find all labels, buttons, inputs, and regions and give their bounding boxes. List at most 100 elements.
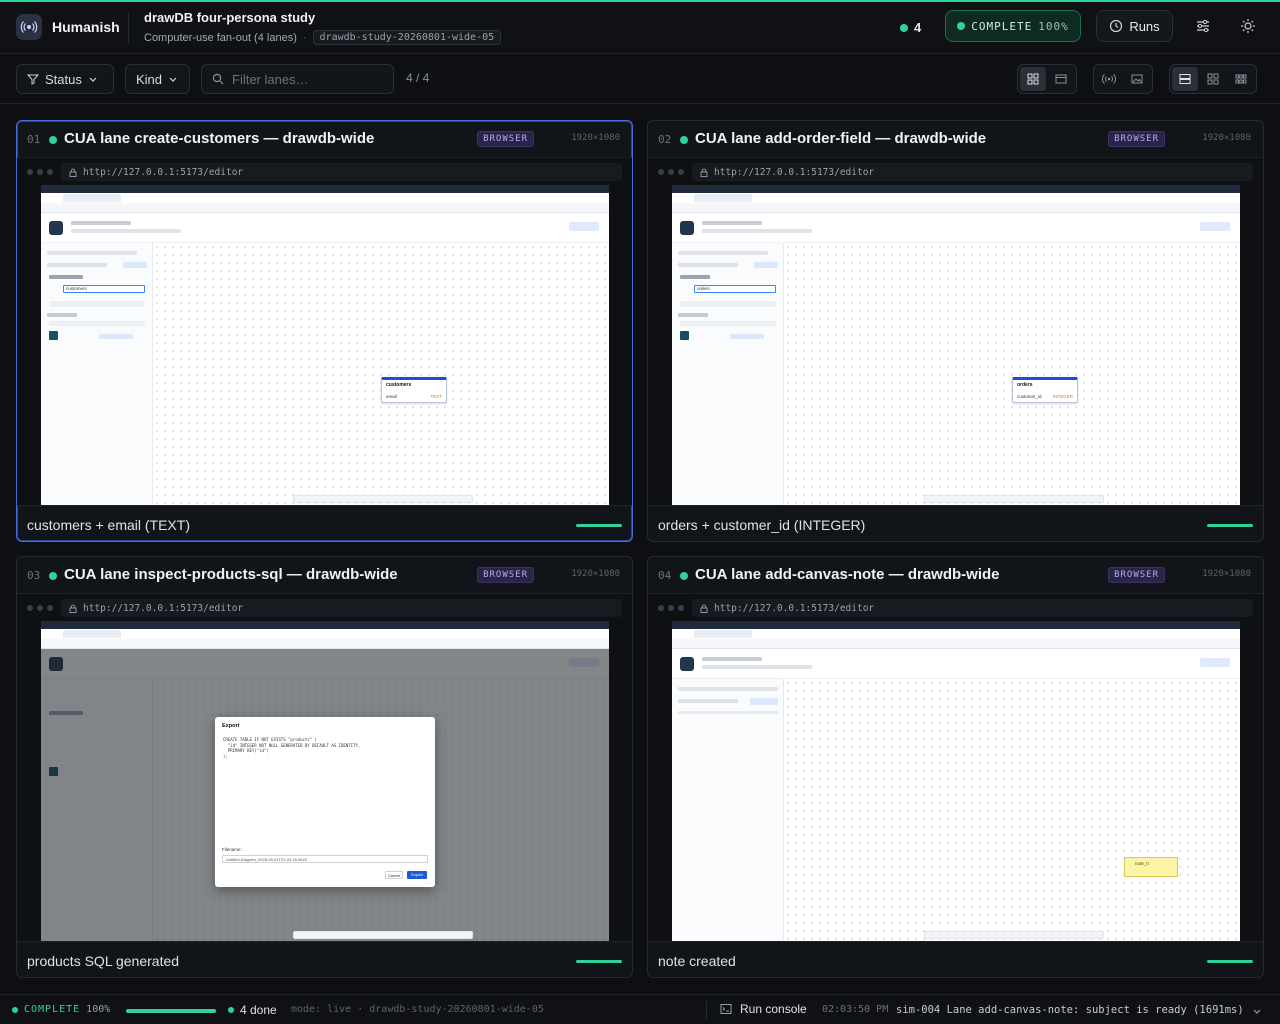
window-dots — [27, 169, 53, 175]
status-bar: COMPLETE 100% 4 done mode: live · drawdb… — [0, 994, 1280, 1024]
lane-status-dot — [49, 572, 57, 580]
diagram-field-name: email — [386, 394, 397, 399]
lane-status-dot — [680, 572, 688, 580]
view-mode-toggle — [1017, 64, 1077, 94]
clock-icon — [1110, 19, 1123, 33]
status-filter-dropdown[interactable]: Status — [16, 64, 114, 94]
kind-filter-label: Kind — [136, 71, 163, 87]
lane-card-02[interactable]: 02 CUA lane add-order-field — drawdb-wid… — [647, 120, 1264, 542]
run-console-toggle[interactable]: Run console — [720, 1002, 807, 1016]
lane-title: CUA lane add-order-field — drawdb-wide — [695, 130, 987, 147]
console-icon — [720, 1004, 732, 1014]
window-icon[interactable] — [1048, 67, 1074, 91]
lane-card-03[interactable]: 03 CUA lane inspect-products-sql — drawd… — [16, 556, 633, 978]
kind-filter-dropdown[interactable]: Kind — [125, 64, 190, 94]
lane-screenshot[interactable]: customers customers email TEXT — [17, 185, 632, 505]
drawdb-editor-thumbnail: Export CREATE TABLE IF NOT EXISTS "produ… — [41, 621, 609, 941]
signal-icon[interactable] — [1096, 67, 1122, 91]
sliders-icon[interactable] — [1193, 16, 1213, 36]
sun-icon[interactable] — [1238, 16, 1258, 36]
window-dots — [27, 605, 53, 611]
filter-toolbar: Status Kind 4 / 4 — [0, 54, 1280, 104]
lock-icon — [700, 168, 708, 177]
diagram-field-type: INTEGER — [1052, 394, 1073, 399]
grid-small-icon[interactable] — [1200, 67, 1226, 91]
lane-caption: customers + email (TEXT) — [27, 517, 190, 533]
lane-url-bar: http://127.0.0.1:5173/editor — [17, 593, 632, 621]
media-toggle — [1093, 64, 1153, 94]
status-dot — [12, 1006, 18, 1013]
lane-screenshot[interactable]: orders orders customer_id INTEGER — [648, 185, 1263, 505]
chevron-down-icon[interactable] — [1252, 1003, 1262, 1021]
url-field: http://127.0.0.1:5173/editor — [692, 163, 1253, 181]
header-divider — [128, 12, 129, 44]
lane-title: CUA lane inspect-products-sql — drawdb-w… — [64, 566, 398, 583]
lane-resolution: 1920×1080 — [1202, 569, 1251, 579]
drawdb-editor-thumbnail: orders orders customer_id INTEGER — [672, 185, 1240, 505]
lane-number: 02 — [658, 133, 672, 146]
lane-kind-badge: BROWSER — [1108, 131, 1165, 147]
url-text: http://127.0.0.1:5173/editor — [83, 166, 244, 178]
subtitle-separator: · — [302, 31, 307, 44]
lane-footer: orders + customer_id (INTEGER) — [648, 505, 1263, 541]
drawdb-editor-thumbnail: note_0 — [672, 621, 1240, 941]
drawdb-editor-thumbnail: customers customers email TEXT — [41, 185, 609, 505]
done-label: 4 done — [240, 1003, 277, 1017]
lock-icon — [700, 604, 708, 613]
density-toggle — [1169, 64, 1257, 94]
runs-button[interactable]: Runs — [1096, 10, 1173, 42]
lane-number: 04 — [658, 569, 672, 582]
chevron-down-icon — [169, 77, 177, 82]
lock-icon — [69, 604, 77, 613]
status-divider — [706, 1001, 707, 1019]
lane-screenshot[interactable]: note_0 — [648, 621, 1263, 941]
live-dot — [900, 23, 908, 32]
lane-title: CUA lane add-canvas-note — drawdb-wide — [695, 566, 1000, 583]
page-title: drawDB four-persona study — [144, 10, 316, 25]
lane-card-04[interactable]: 04 CUA lane add-canvas-note — drawdb-wid… — [647, 556, 1264, 978]
diagram-field-name: customer_id — [1017, 394, 1042, 399]
filter-icon — [27, 74, 39, 85]
modal-title: Export — [222, 723, 240, 729]
note-label: note_0 — [1135, 861, 1149, 866]
lane-url-bar: http://127.0.0.1:5173/editor — [648, 593, 1263, 621]
broadcast-icon[interactable] — [16, 14, 42, 40]
live-count-value: 4 — [914, 20, 922, 35]
complete-status-button[interactable]: COMPLETE 100% — [945, 10, 1081, 42]
export-button: Export — [407, 871, 427, 879]
done-count: 4 done — [228, 1003, 277, 1017]
image-icon[interactable] — [1124, 67, 1150, 91]
url-field: http://127.0.0.1:5173/editor — [61, 163, 622, 181]
grid-dense-icon[interactable] — [1228, 67, 1254, 91]
lane-kind-badge: BROWSER — [1108, 567, 1165, 583]
lane-caption: products SQL generated — [27, 953, 180, 969]
lane-progress-bar — [576, 960, 622, 963]
search-icon — [212, 73, 224, 85]
run-mode: mode: live · drawdb-study-20260801-wide-… — [291, 1004, 544, 1015]
rows-icon[interactable] — [1172, 67, 1198, 91]
filename-label: Filename: — [222, 847, 242, 852]
grid-icon[interactable] — [1020, 67, 1046, 91]
run-progress-bar — [126, 1009, 216, 1013]
lane-kind-badge: BROWSER — [477, 131, 534, 147]
url-field: http://127.0.0.1:5173/editor — [61, 599, 622, 617]
lane-status-dot — [680, 136, 688, 144]
app-header: Humanish drawDB four-persona study Compu… — [0, 2, 1280, 54]
lane-kind-badge: BROWSER — [477, 567, 534, 583]
lane-search[interactable] — [201, 64, 394, 94]
window-dots — [658, 169, 684, 175]
status-filter-label: Status — [45, 71, 82, 87]
complete-pct: 100% — [1038, 19, 1069, 33]
sql-code: CREATE TABLE IF NOT EXISTS "products" ( … — [223, 737, 361, 759]
lane-status-dot — [49, 136, 57, 144]
lane-card-01[interactable]: 01 CUA lane create-customers — drawdb-wi… — [16, 120, 633, 542]
lane-screenshot[interactable]: Export CREATE TABLE IF NOT EXISTS "produ… — [17, 621, 632, 941]
lane-caption: note created — [658, 953, 736, 969]
lane-resolution: 1920×1080 — [1202, 133, 1251, 143]
window-dots — [658, 605, 684, 611]
table-name-input: orders — [697, 286, 710, 291]
lane-progress-bar — [1207, 960, 1253, 963]
search-input[interactable] — [232, 71, 382, 87]
subtitle-text: Computer-use fan-out (4 lanes) — [144, 31, 297, 44]
done-dot — [228, 1007, 234, 1013]
